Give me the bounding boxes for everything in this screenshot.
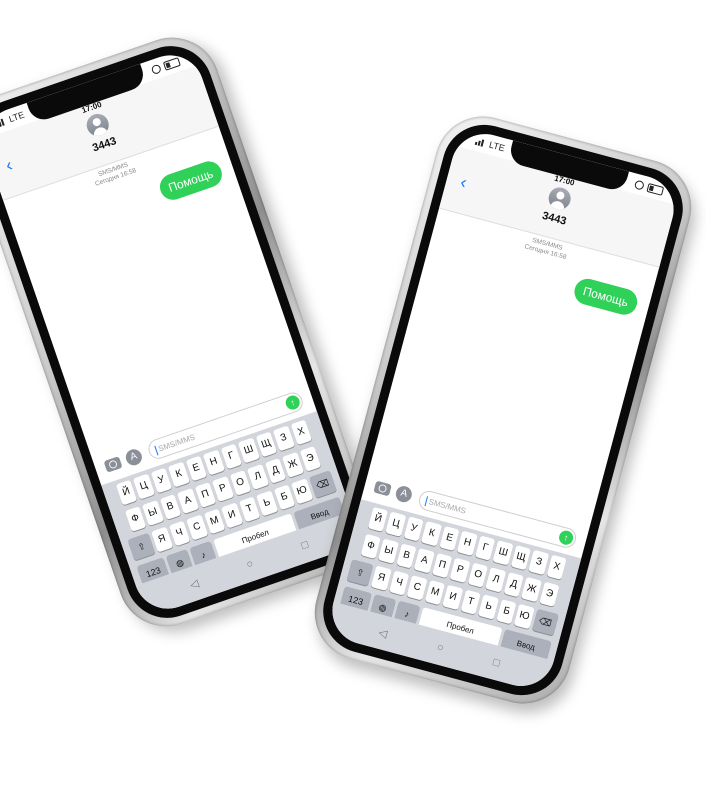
appstore-icon[interactable]: A	[123, 447, 145, 468]
backspace-icon[interactable]: ⌫	[531, 608, 559, 636]
key[interactable]: М	[424, 579, 446, 606]
key[interactable]: Н	[456, 530, 478, 556]
shift-icon[interactable]: ⇧	[346, 559, 374, 587]
alarm-icon	[633, 179, 645, 191]
key[interactable]: Е	[439, 525, 460, 552]
appstore-icon[interactable]: A	[394, 484, 414, 504]
phone-right: LTE 17:00 ‹ 3443 SMS/MMS Сегодня 16:58 П…	[303, 105, 703, 715]
key[interactable]: Л	[485, 567, 507, 593]
key[interactable]: Ш	[492, 540, 514, 566]
key[interactable]: Ю	[513, 603, 535, 630]
home-circle-icon[interactable]: ○	[245, 558, 255, 572]
avatar[interactable]	[546, 184, 574, 212]
sent-message-bubble[interactable]: Помощь	[571, 275, 641, 318]
camera-icon[interactable]	[103, 456, 123, 473]
battery-icon	[646, 182, 665, 196]
message-input-placeholder: SMS/MMS	[427, 497, 467, 516]
key[interactable]: Ф	[360, 533, 382, 560]
key[interactable]: О	[467, 562, 489, 588]
key[interactable]: Я	[370, 565, 392, 591]
back-triangle-icon[interactable]: ◁	[377, 625, 389, 640]
key[interactable]: Т	[460, 589, 481, 615]
key[interactable]: Э	[539, 581, 560, 607]
key[interactable]: Д	[503, 572, 524, 598]
signal-icon	[474, 138, 485, 147]
message-input-placeholder: SMS/MMS	[157, 432, 197, 454]
alarm-icon	[150, 63, 163, 76]
arrow-up-icon[interactable]: ↑	[283, 393, 302, 412]
key[interactable]: Щ	[510, 545, 532, 571]
key[interactable]: И	[442, 584, 464, 611]
phone-screen: LTE 17:00 ‹ 3443 SMS/MMS Сегодня 16:58 П…	[324, 126, 682, 694]
home-circle-icon[interactable]: ○	[435, 641, 445, 654]
phone-left: LTE 17:00 ‹ 3443 SMS/MMS Сегодня 16:58 П…	[0, 24, 385, 640]
recents-square-icon[interactable]: □	[492, 656, 502, 669]
battery-icon	[162, 57, 181, 71]
key[interactable]: Ы	[378, 538, 399, 564]
recents-square-icon[interactable]: □	[300, 539, 310, 553]
key[interactable]: С	[406, 575, 428, 601]
key[interactable]: Э	[299, 445, 322, 472]
arrow-up-icon[interactable]: ↑	[557, 529, 575, 547]
key[interactable]: Г	[474, 535, 496, 561]
key[interactable]: Ж	[521, 576, 542, 603]
phone-screen: LTE 17:00 ‹ 3443 SMS/MMS Сегодня 16:58 П…	[0, 46, 363, 618]
network-label: LTE	[7, 109, 26, 125]
key[interactable]: З	[528, 549, 550, 576]
back-triangle-icon[interactable]: ◁	[188, 576, 200, 591]
key[interactable]: Х	[290, 419, 313, 446]
sent-message-bubble[interactable]: Помощь	[156, 157, 226, 204]
key[interactable]: Ц	[385, 511, 407, 537]
key[interactable]: П	[431, 552, 453, 579]
key[interactable]: Ь	[478, 594, 499, 620]
key[interactable]: Б	[496, 599, 517, 625]
key[interactable]: Х	[546, 554, 567, 580]
key[interactable]: А	[413, 548, 435, 574]
avatar[interactable]	[83, 110, 112, 139]
key[interactable]: У	[403, 516, 425, 542]
key[interactable]: Р	[449, 557, 471, 583]
network-label: LTE	[487, 139, 506, 154]
signal-icon	[0, 118, 5, 128]
camera-icon[interactable]	[373, 480, 392, 497]
key[interactable]: Ч	[388, 570, 410, 596]
key[interactable]: Й	[367, 506, 389, 532]
key[interactable]: К	[421, 521, 442, 547]
backspace-icon[interactable]: ⌫	[308, 470, 337, 499]
phone-bezel: LTE 17:00 ‹ 3443 SMS/MMS Сегодня 16:58 П…	[0, 34, 374, 630]
shift-icon[interactable]: ⇧	[127, 532, 156, 561]
key[interactable]: В	[396, 543, 417, 569]
